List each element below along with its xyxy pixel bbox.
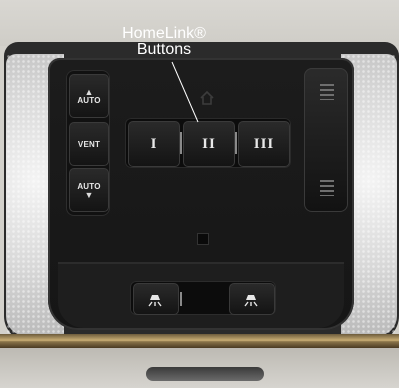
callout-leader-line [171, 61, 199, 123]
overhead-console-photo: ▲ AUTO VENT AUTO ▼ I II III HomeLink® Bu… [0, 0, 399, 388]
